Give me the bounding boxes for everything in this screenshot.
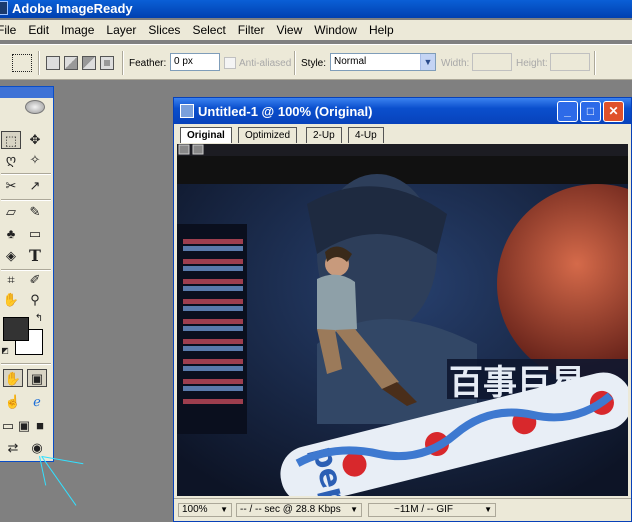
paint-bucket-icon[interactable]: ◈ (1, 247, 21, 265)
marquee-icon[interactable]: ⬚ (1, 131, 21, 149)
style-label: Style: (301, 58, 327, 69)
close-button[interactable]: ✕ (603, 101, 624, 122)
chevron-down-icon: ▼ (350, 505, 358, 514)
feather-input[interactable]: 0 px (170, 53, 220, 71)
type-icon[interactable]: T (25, 247, 45, 265)
menu-bar: File Edit Image Layer Slices Select Filt… (0, 20, 632, 40)
full-screen-mode-icon[interactable]: ■ (33, 417, 47, 435)
intersect-selection-button[interactable] (100, 56, 114, 70)
height-label: Height: (516, 58, 548, 69)
document-status-bar: 100% ▼ -- / -- sec @ 28.8 Kbps ▼ ~11M / … (174, 498, 631, 520)
imageready-logo-icon[interactable] (25, 100, 45, 114)
document-title: Untitled-1 @ 100% (Original) (198, 104, 373, 119)
options-divider (594, 51, 596, 75)
menu-select[interactable]: Select (186, 23, 231, 37)
slice-options-icon[interactable] (192, 144, 204, 155)
document-canvas[interactable]: 百事巨星 pepsi (177, 144, 628, 496)
file-size-value: ~11M / -- GIF (394, 504, 453, 515)
rulers-toggle-icon[interactable] (178, 144, 190, 155)
brush-icon[interactable]: ✎ (25, 203, 45, 221)
rollover-preview-icon[interactable]: ☝ (3, 393, 23, 411)
tab-2-up[interactable]: 2-Up (306, 127, 342, 143)
menu-file[interactable]: File (0, 23, 22, 37)
menu-view[interactable]: View (270, 23, 308, 37)
app-icon[interactable] (0, 1, 8, 15)
document-window: Untitled-1 @ 100% (Original) _ □ ✕ Origi… (173, 97, 632, 522)
options-divider (122, 51, 124, 75)
menu-edit[interactable]: Edit (22, 23, 55, 37)
toolbox-divider (1, 199, 51, 201)
tab-original[interactable]: Original (180, 127, 232, 143)
options-divider (294, 51, 296, 75)
lasso-icon[interactable]: ღ (1, 151, 21, 169)
chevron-down-icon: ▼ (484, 505, 492, 514)
maximize-button[interactable]: □ (580, 101, 601, 122)
subtract-selection-button[interactable] (82, 56, 96, 70)
rectangle-icon[interactable]: ▭ (25, 225, 45, 243)
menu-help[interactable]: Help (363, 23, 400, 37)
hand-icon[interactable]: ✋ (1, 291, 21, 309)
style-select[interactable]: Normal ▼ (330, 53, 436, 71)
document-title-bar[interactable]: Untitled-1 @ 100% (Original) _ □ ✕ (174, 98, 631, 124)
menu-filter[interactable]: Filter (232, 23, 271, 37)
tab-4-up[interactable]: 4-Up (348, 127, 384, 143)
chevron-down-icon[interactable]: ▼ (420, 54, 435, 70)
crop-icon[interactable]: ⌗ (1, 271, 21, 289)
menu-image[interactable]: Image (55, 23, 100, 37)
download-time-field[interactable]: -- / -- sec @ 28.8 Kbps ▼ (236, 503, 362, 517)
toolbox-palette: ⬚ ✥ ღ ✧ ✂ ↗ ▱ ✎ ♣ ▭ ◈ T ⌗ ✐ ✋ ⚲ ↰ ◩ ✋ ▣ … (0, 86, 54, 462)
zoom-icon[interactable]: ⚲ (25, 291, 45, 309)
chevron-down-icon: ▼ (220, 505, 228, 514)
stage-photo: 百事巨星 pepsi (177, 144, 628, 496)
swap-colors-icon[interactable]: ↰ (33, 313, 45, 325)
height-input[interactable] (550, 53, 590, 71)
menu-window[interactable]: Window (308, 23, 363, 37)
toggle-slices-visibility-icon[interactable]: ▣ (27, 369, 47, 387)
cursor-line (41, 456, 77, 506)
zoom-value: 100% (182, 504, 208, 515)
feather-label: Feather: (129, 58, 167, 69)
menu-slices[interactable]: Slices (142, 23, 186, 37)
tab-optimized[interactable]: Optimized (238, 127, 298, 143)
jump-to-imageready-icon[interactable]: ◉ (27, 439, 47, 457)
toolbox-divider (1, 363, 51, 365)
app-title-bar: Adobe ImageReady (0, 0, 632, 18)
clone-stamp-icon[interactable]: ♣ (1, 225, 21, 243)
width-input[interactable] (472, 53, 512, 71)
options-divider (38, 51, 40, 75)
marquee-preset-icon[interactable] (12, 54, 32, 72)
slice-select-icon[interactable]: ↗ (25, 177, 45, 195)
anti-aliased-label: Anti-aliased (239, 58, 292, 69)
minimize-button[interactable]: _ (557, 101, 578, 122)
width-label: Width: (441, 58, 470, 69)
preview-in-browser-icon[interactable]: ℯ (27, 393, 47, 411)
move-icon[interactable]: ✥ (25, 131, 45, 149)
new-selection-button[interactable] (46, 56, 60, 70)
menu-layer[interactable]: Layer (100, 23, 142, 37)
slice-icon[interactable]: ✂ (1, 177, 21, 195)
toolbox-title-bar[interactable] (0, 87, 53, 98)
app-title: Adobe ImageReady (12, 1, 133, 16)
eyedropper-icon[interactable]: ✐ (25, 271, 45, 289)
options-bar: Feather: 0 px Anti-aliased Style: Normal… (0, 44, 632, 80)
file-size-field[interactable]: ~11M / -- GIF ▼ (368, 503, 496, 517)
jump-to-photoshop-icon[interactable]: ⇄ (3, 439, 23, 457)
zoom-field[interactable]: 100% ▼ (178, 503, 232, 517)
eraser-icon[interactable]: ▱ (1, 203, 21, 221)
toolbox-divider (1, 173, 51, 175)
standard-screen-mode-icon[interactable]: ▭ (1, 417, 15, 435)
toggle-image-map-icon[interactable]: ✋ (3, 369, 23, 387)
anti-aliased-checkbox[interactable] (224, 57, 236, 69)
add-selection-button[interactable] (64, 56, 78, 70)
download-time-value: -- / -- sec @ 28.8 Kbps (240, 504, 341, 515)
foreground-color-swatch[interactable] (3, 317, 29, 341)
style-value: Normal (334, 56, 367, 67)
default-colors-icon[interactable]: ◩ (0, 345, 11, 357)
document-tabs: Original Optimized 2-Up 4-Up (174, 124, 631, 144)
document-icon[interactable] (180, 104, 194, 118)
magic-wand-icon[interactable]: ✧ (25, 151, 45, 169)
full-screen-menu-mode-icon[interactable]: ▣ (17, 417, 31, 435)
